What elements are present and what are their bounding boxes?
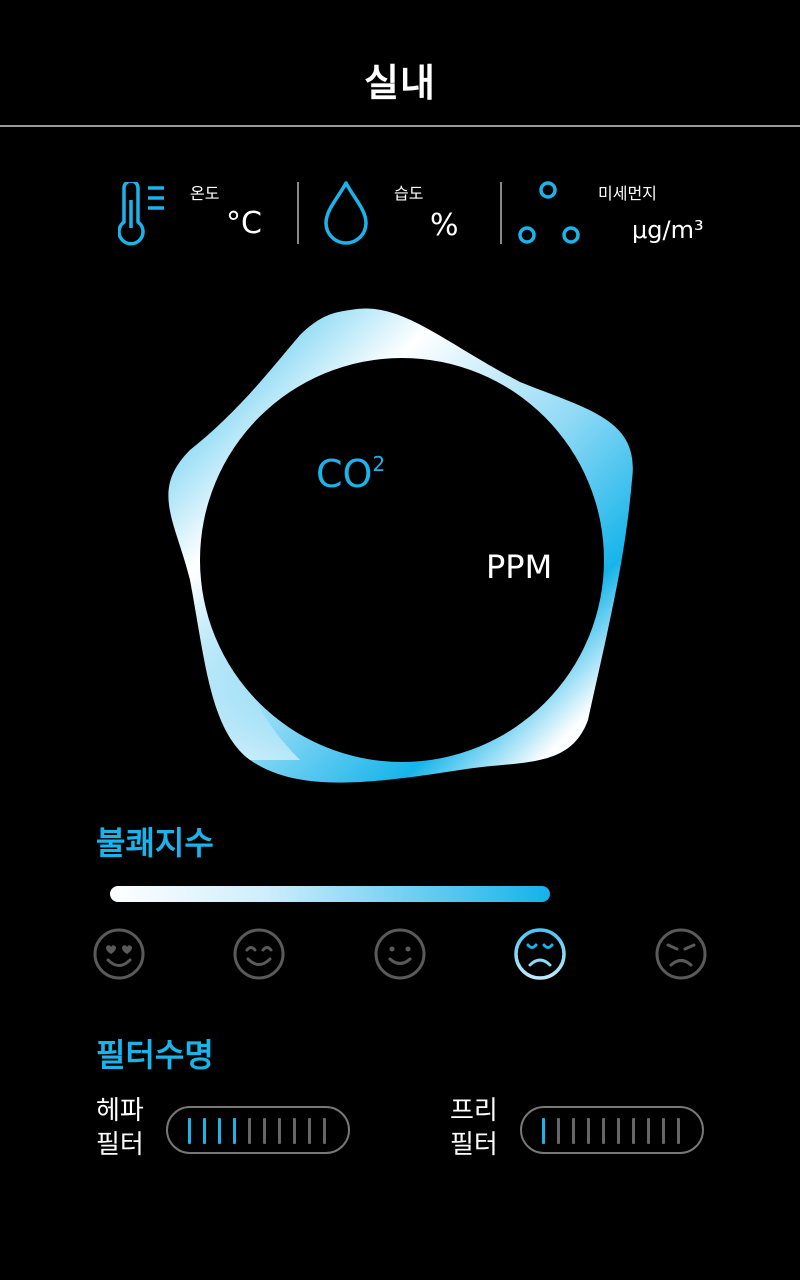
big-smile-face-icon[interactable] [232,927,286,981]
co2-label-sup: 2 [372,452,386,476]
discomfort-title: 불쾌지수 [96,824,214,862]
smile-face-icon[interactable] [373,927,427,981]
filter-life-segment [323,1118,326,1144]
pre-filter-label-line1: 프리 [450,1096,498,1126]
page-title: 실내 [364,61,436,105]
discomfort-level-bar [110,886,550,902]
header: 실내 [0,0,800,127]
co2-label: CO2 [316,452,385,496]
filter-life-segment [278,1118,281,1144]
filter-life-title: 필터수명 [96,1036,214,1074]
hepa-filter-label-line1: 헤파 [96,1096,144,1126]
filter-life-segment [587,1118,590,1144]
filter-life-segment [602,1118,605,1144]
filter-life-segment [542,1118,545,1144]
filter-life-segment [218,1118,221,1144]
co2-label-main: CO [316,452,373,496]
hepa-filter-label: 헤파 필터 [96,1094,144,1162]
filter-life-segment [188,1118,191,1144]
temperature-unit: °C [226,206,262,241]
air-quality-gauge [168,308,633,783]
pre-filter-gauge [520,1106,704,1154]
filter-life-segment [632,1118,635,1144]
filter-life-segment [263,1118,266,1144]
fine-dust-label: 미세먼지 [598,184,657,203]
dust-particles-icon [518,181,580,244]
filter-life-segment [647,1118,650,1144]
header-divider [0,125,800,127]
stat-separator [500,182,502,244]
sad-face-icon[interactable] [513,927,567,981]
filter-life-segment [677,1118,680,1144]
hepa-filter-ticks [188,1118,326,1144]
thermometer-icon [118,182,164,246]
filter-life-segment [557,1118,560,1144]
hepa-filter-label-line2: 필터 [96,1130,144,1160]
temperature-label: 온도 [190,184,220,203]
angry-face-icon[interactable] [654,927,708,981]
filter-life-segment [203,1118,206,1144]
pre-filter-label-line2: 필터 [450,1130,498,1160]
filter-life-segment [293,1118,296,1144]
filter-life-segment [662,1118,665,1144]
filter-life-segment [248,1118,251,1144]
pre-filter-ticks [542,1118,680,1144]
filter-life-segment [572,1118,575,1144]
ppm-unit: PPM [486,548,553,586]
water-drop-icon [324,181,368,245]
filter-life-segment [233,1118,236,1144]
filter-life-segment [617,1118,620,1144]
love-face-icon[interactable] [92,927,146,981]
filter-life-segment [308,1118,311,1144]
fine-dust-unit: μg/m³ [632,216,704,244]
hepa-filter-gauge [166,1106,350,1154]
humidity-unit: % [430,208,459,243]
pre-filter-label: 프리 필터 [450,1094,498,1162]
humidity-label: 습도 [394,184,424,203]
stat-separator [297,182,299,244]
